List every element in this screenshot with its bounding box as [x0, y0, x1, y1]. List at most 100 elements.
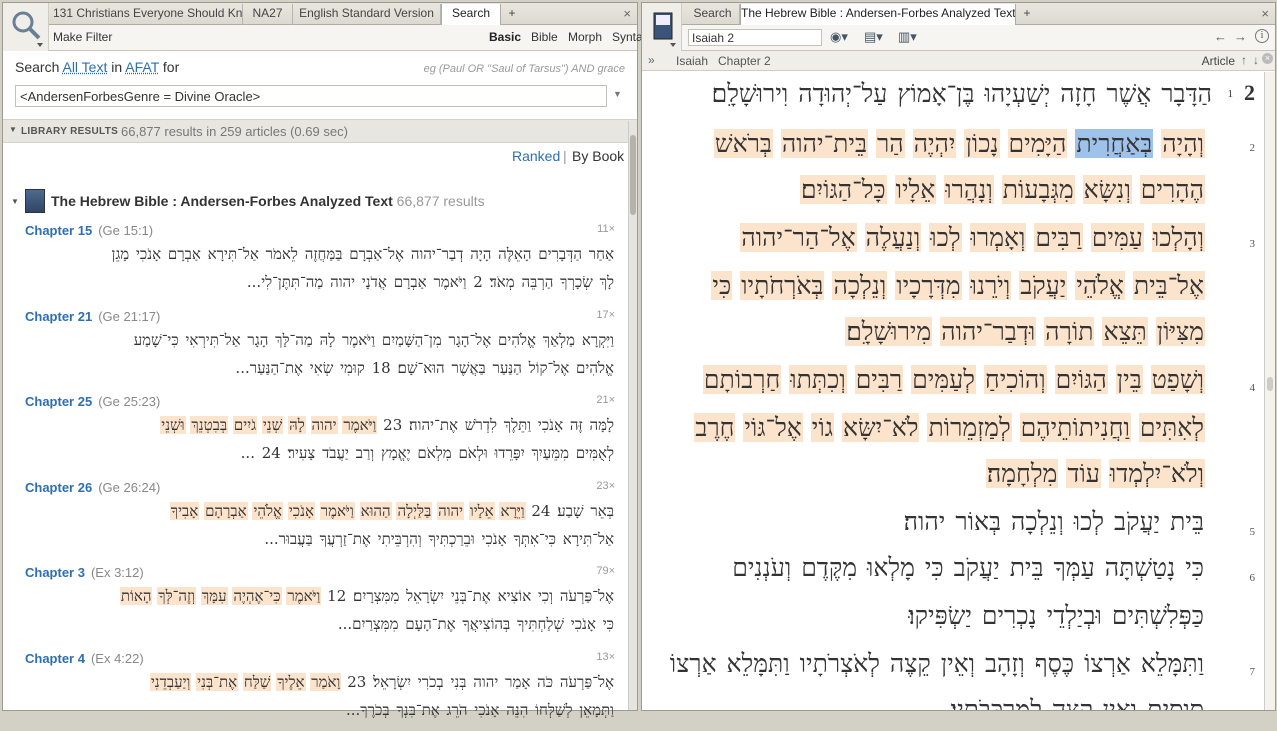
bible-word[interactable]: בֶּן־אָמוֹץ [896, 79, 975, 108]
bible-word[interactable]: הַיָּמִים [1008, 129, 1068, 158]
bible-word[interactable]: בֵּית [1169, 507, 1205, 536]
left-scrollbar-thumb[interactable] [630, 135, 636, 215]
snippet-word[interactable]: לָהּ [288, 416, 306, 434]
snippet-word[interactable]: אָנֹכִי [481, 530, 508, 548]
snippet-word[interactable]: וַיֵּרָא [499, 502, 525, 520]
bible-word[interactable]: וְנִשָּׂא [1083, 175, 1132, 204]
snippet-word[interactable]: לְאֻמִּים [575, 444, 615, 462]
bible-word[interactable]: וְהָלְכוּ [1152, 223, 1205, 252]
bible-word[interactable]: אֱלֹהֵי [1075, 271, 1125, 300]
snippet-word[interactable]: 23 [346, 673, 367, 691]
bible-word[interactable]: כִּי [711, 271, 732, 300]
snippet-word[interactable]: וְזֶה־לְּךָ [157, 587, 196, 605]
bible-word[interactable]: בְּאֹרְחֹתָיו [740, 271, 824, 300]
snippet-word[interactable]: אָנֹכִי [537, 416, 564, 434]
bible-word[interactable]: לְעַמִּים [911, 365, 976, 394]
snippet-word[interactable]: וַתֵּלֶךְ [503, 416, 532, 434]
snippet-word[interactable]: מִמִּצְרַיִם... [337, 615, 400, 633]
snippet-word[interactable]: אַבְרָם [393, 273, 428, 291]
snippet-word[interactable]: יֶאֱמָץ [380, 444, 412, 462]
snippet-word[interactable]: אֶת־זַרְעֲךָ [319, 530, 372, 548]
bible-word[interactable]: לְאֹצְרֹתָיו [799, 649, 881, 678]
snippet-word[interactable]: בַּאֲשֶׁר [450, 359, 486, 377]
bible-word[interactable]: כָּל־הַגּוֹיִם׃ [800, 175, 887, 204]
snippet-word[interactable]: כִּי [602, 615, 615, 633]
snippet-word[interactable]: כִּי־אִתְּךָ [512, 530, 557, 548]
snippet-word[interactable]: צָעִיר׃ [287, 444, 317, 462]
bible-word[interactable]: עַל־יְהוּדָה [797, 79, 888, 108]
snippet-word[interactable]: אֶת־בִּנְךָ [395, 701, 440, 719]
visual-filters-icon[interactable]: ▤▾ [864, 29, 883, 45]
snippet-word[interactable]: אָבִיךָ [170, 502, 200, 520]
snippet-word[interactable]: מַה־תִּתֶּן־לִי... [246, 273, 324, 291]
result-chapter-link[interactable]: Chapter 15(Ge 15:1) [25, 223, 153, 238]
bible-word[interactable]: מִגְּבָעוֹת [1002, 175, 1075, 204]
by-book-link[interactable]: By Book [572, 148, 624, 164]
snippet-word[interactable]: הִנֵּה [505, 701, 529, 719]
snippet-word[interactable]: לָהּ [319, 331, 337, 349]
snippet-word[interactable]: בְּנִי [449, 673, 467, 691]
bible-word[interactable]: הֶהָרִים [1140, 175, 1205, 204]
tab-hebrew-bible[interactable]: The Hebrew Bible : Andersen-Forbes Analy… [740, 4, 1016, 26]
ranked-link[interactable]: Ranked [512, 148, 560, 164]
snippet-word[interactable]: אֶל־קוֹל [528, 359, 571, 377]
bible-word[interactable]: לְכוּ [1073, 507, 1105, 536]
snippet-word[interactable]: כֹּה [536, 673, 554, 691]
breadcrumb-book[interactable]: Isaiah [676, 54, 708, 68]
back-arrow-icon[interactable]: ← [1214, 29, 1227, 44]
scope-dropdown[interactable]: All Text [62, 59, 107, 75]
snippet-word[interactable]: מִלְאֹם [416, 444, 452, 462]
snippet-word[interactable]: שְׁנֵי [262, 416, 283, 434]
bible-word[interactable]: יהוה׃ [903, 507, 947, 536]
snippet-word[interactable]: אָמַר [504, 673, 531, 691]
bible-word[interactable]: כִּי [1184, 553, 1205, 582]
snippet-word[interactable]: הָאֵלֶּה [497, 245, 532, 263]
snippet-word[interactable]: שָׁבַע׃ [556, 502, 584, 520]
close-panel-icon[interactable]: × [623, 6, 631, 21]
snippet-word[interactable]: שְׁלַחְתִּיךָ [516, 615, 565, 633]
book-collapse-icon[interactable]: ▼ [11, 197, 19, 206]
snippet-word[interactable]: שְׂכָרְךָ [559, 273, 594, 291]
snippet-word[interactable]: אָנֹכִי [135, 245, 162, 263]
snippet-word[interactable]: לֵאמֹר [265, 245, 299, 263]
snippet-word[interactable]: גֹיִים [233, 416, 257, 434]
bible-word[interactable]: לְכוּ [929, 223, 961, 252]
snippet-word[interactable]: הָאוֹת [120, 587, 153, 605]
snippet-word[interactable]: דְבַר־יהוה [410, 245, 465, 263]
result-chapter-link[interactable]: Chapter 21(Ge 21:17) [25, 309, 160, 324]
tab-search-right[interactable]: Search [686, 4, 740, 25]
tab-na27[interactable]: NA27 [243, 4, 293, 25]
bible-word[interactable]: בֵּית [1009, 553, 1045, 582]
parallel-resources-icon[interactable]: ◉▾ [830, 29, 848, 45]
bible-word[interactable]: הַר [876, 129, 905, 158]
snippet-word[interactable]: וְיַעַבְדֵנִי [150, 673, 192, 691]
result-item[interactable]: Chapter 21(Ge 21:17)17×וַיִּקְרָא מַלְאַ… [25, 309, 615, 389]
result-chapter-link[interactable]: Chapter 25(Ge 25:23) [25, 394, 160, 409]
snippet-word[interactable]: עִמָּךְ [201, 587, 228, 605]
breadcrumb-chapter[interactable]: Chapter 2 [718, 54, 771, 68]
bible-word[interactable]: נָכוֹן [964, 129, 999, 158]
snippet-word[interactable]: מְאֹד׃ [489, 273, 516, 291]
mode-morph[interactable]: Morph [568, 30, 602, 44]
snippet-word[interactable]: אֲדֹנָי [361, 273, 388, 291]
bible-word[interactable]: וְזָהָב [984, 649, 1026, 678]
article-down-icon[interactable]: ↓ [1253, 53, 1259, 67]
bible-word[interactable]: סוּסִים [1146, 695, 1205, 710]
snippet-word[interactable]: לִדְרֹשׁ [464, 416, 498, 434]
snippet-word[interactable]: הֹרֵג [446, 701, 469, 719]
panel-menu-icon[interactable]: ▥▾ [898, 29, 917, 45]
bible-word[interactable]: יַעֲקֹב [1113, 507, 1161, 536]
bible-word[interactable]: רַבִּים [1034, 223, 1082, 252]
close-panel-icon-right[interactable]: × [1261, 6, 1269, 21]
bible-word[interactable]: חָזָה [1059, 79, 1097, 108]
snippet-word[interactable]: כִּי־שָׁמַע [133, 331, 180, 349]
snippet-word[interactable]: אֶת־בְּנִי [196, 673, 238, 691]
bible-word[interactable]: יַעֲקֹב [953, 553, 1001, 582]
bible-word[interactable]: חַרְבוֹתָם [703, 365, 781, 394]
book-panel-icon[interactable] [642, 3, 682, 51]
snippet-word[interactable]: אֶת־בְּנֵי [450, 587, 492, 605]
forward-arrow-icon[interactable]: → [1234, 29, 1247, 44]
snippet-word[interactable]: מַה־לָּךְ [274, 331, 314, 349]
bible-word[interactable]: כֶּסֶף [1034, 649, 1075, 678]
snippet-word[interactable]: מִמֵּעַיִךְ [530, 444, 570, 462]
